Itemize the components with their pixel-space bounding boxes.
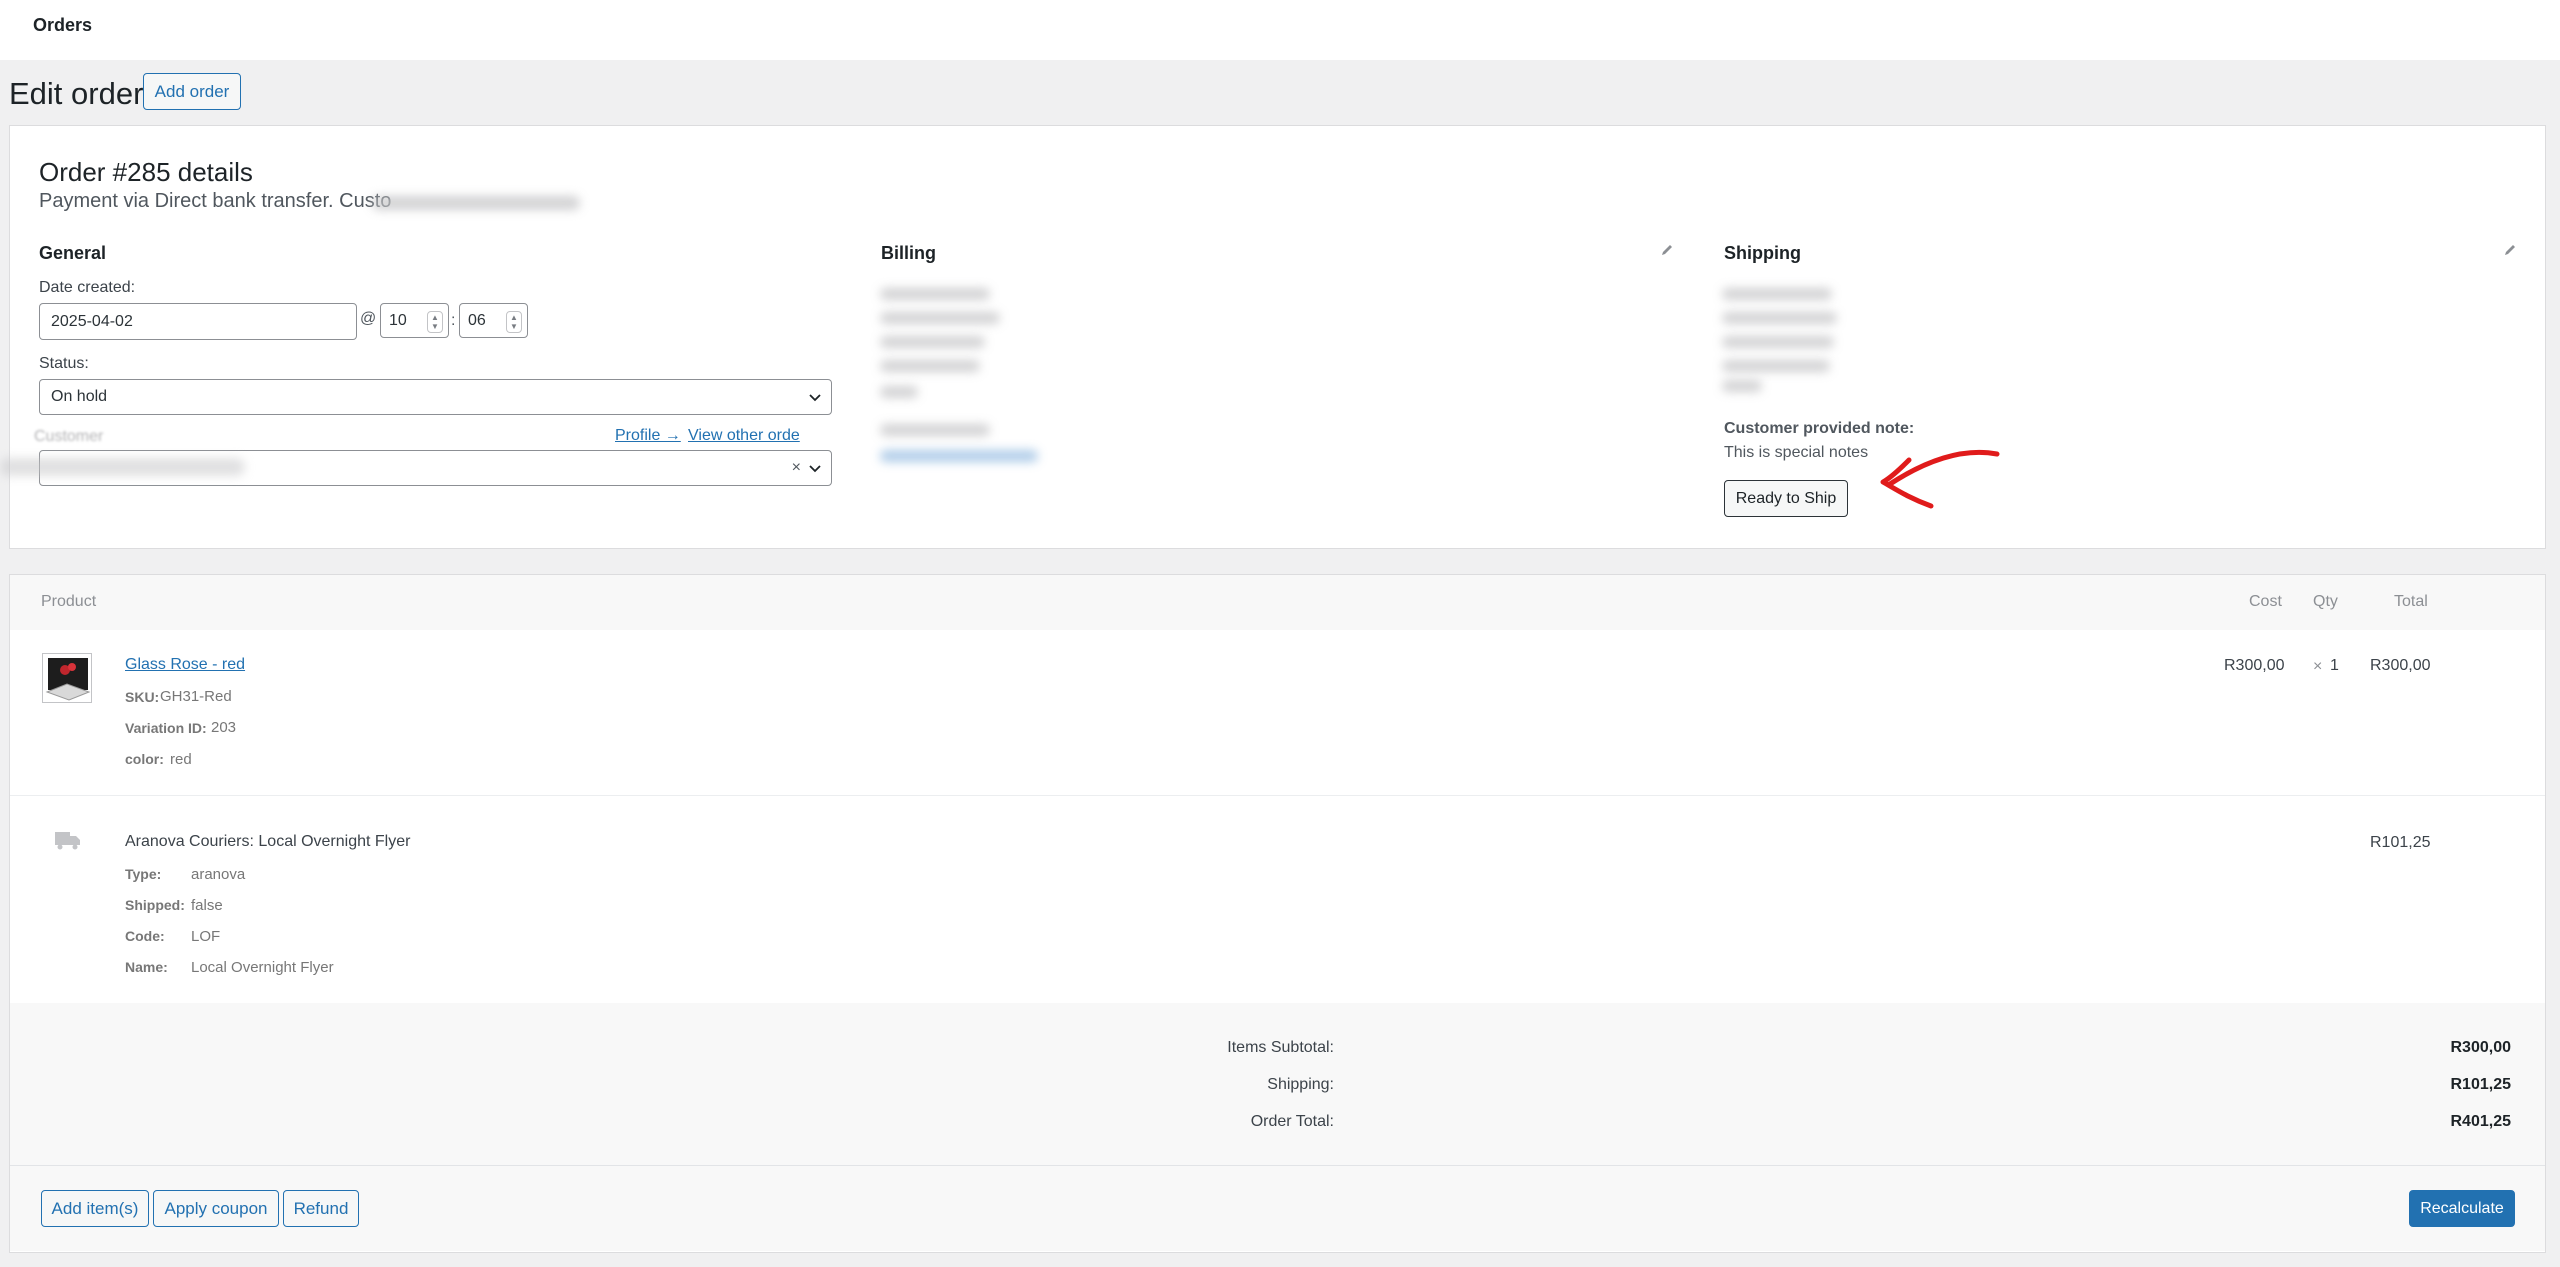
items-subtotal-label: Items Subtotal: [1227,1039,1334,1056]
color-label: color: [125,751,164,767]
order-total-value: R401,25 [2450,1113,2512,1130]
chevron-down-icon [809,465,821,473]
totals-divider [10,1165,2545,1166]
redacted-payment [372,196,580,210]
hour-input[interactable]: 10 ▲ ▼ [380,303,449,338]
red-arrow-annotation-icon [1880,449,2000,509]
order-title: Order #285 details [39,157,253,187]
order-total-label: Order Total: [1250,1113,1334,1130]
ship-meta-value: Local Overnight Flyer [191,959,334,976]
sku-label: SKU: [125,689,160,705]
product-qty: 1 [2330,657,2339,674]
hour-value: 10 [389,311,407,329]
variation-value: 203 [211,719,237,736]
ship-meta-value: aranova [191,866,246,883]
col-product: Product [41,593,97,610]
ship-meta-value: LOF [191,928,221,945]
apply-coupon-button[interactable]: Apply coupon [153,1190,279,1227]
chevron-down-icon [809,394,821,402]
shipping-total-value: R101,25 [2450,1076,2512,1093]
product-thumbnail [42,653,92,703]
color-value: red [170,751,192,768]
shipping-line-title: Aranova Couriers: Local Overnight Flyer [125,833,411,850]
top-bar: Orders [0,0,2560,60]
status-select[interactable]: On hold [39,379,832,415]
glass-rose-image-icon [43,654,91,702]
minute-value: 06 [468,311,486,329]
ship-meta-key: Code: [125,928,165,944]
col-cost: Cost [2249,593,2282,610]
customer-label: Customer [34,428,104,445]
product-total: R300,00 [2370,657,2431,674]
qty-times: × [2313,658,2323,675]
col-total: Total [2394,593,2428,610]
view-other-orders-link[interactable]: View other orde [688,427,800,445]
ship-meta-value: false [191,897,223,914]
time-colon: : [451,312,456,329]
edit-shipping-icon[interactable] [2502,242,2518,258]
clear-icon[interactable]: × [792,459,801,477]
payment-info: Payment via Direct bank transfer. Custo [39,190,392,212]
customer-note-label: Customer provided note: [1724,420,1915,437]
ship-meta-key: Shipped: [125,897,185,913]
sku-value: GH31-Red [160,688,232,705]
items-subtotal-value: R300,00 [2450,1039,2512,1056]
product-link[interactable]: Glass Rose - red [125,656,245,674]
minute-input[interactable]: 06 ▲ ▼ [459,303,528,338]
page-heading: Edit order [9,76,144,111]
col-qty: Qty [2313,593,2338,610]
refund-button[interactable]: Refund [283,1190,359,1227]
shipping-heading: Shipping [1724,243,1801,263]
billing-heading: Billing [881,243,936,263]
shipping-total-label: Shipping: [1267,1076,1334,1093]
hour-stepper[interactable]: ▲ ▼ [427,311,443,333]
date-created-label: Date created: [39,279,136,296]
add-items-button[interactable]: Add item(s) [41,1190,149,1227]
truck-icon [55,832,80,850]
ship-meta-key: Name: [125,959,168,975]
recalculate-button[interactable]: Recalculate [2409,1190,2515,1227]
items-table-header [10,575,2545,630]
redacted-customer [0,458,245,476]
profile-link[interactable]: Profile → [615,427,681,445]
status-label: Status: [39,355,89,372]
edit-billing-icon[interactable] [1659,242,1675,258]
ship-meta-key: Type: [125,866,162,882]
row-divider [10,795,2545,796]
shipping-line-total: R101,25 [2370,834,2431,851]
variation-label: Variation ID: [125,720,207,736]
status-value: On hold [51,388,108,405]
at-symbol: @ [360,310,377,327]
add-order-button[interactable]: Add order [143,73,241,110]
minute-stepper[interactable]: ▲ ▼ [506,311,522,333]
ready-to-ship-button[interactable]: Ready to Ship [1724,480,1848,517]
general-heading: General [39,243,107,263]
product-cost: R300,00 [2224,657,2285,674]
customer-note-text: This is special notes [1724,444,1869,461]
orders-title: Orders [33,15,93,35]
date-created-input[interactable]: 2025-04-02 [39,303,357,340]
